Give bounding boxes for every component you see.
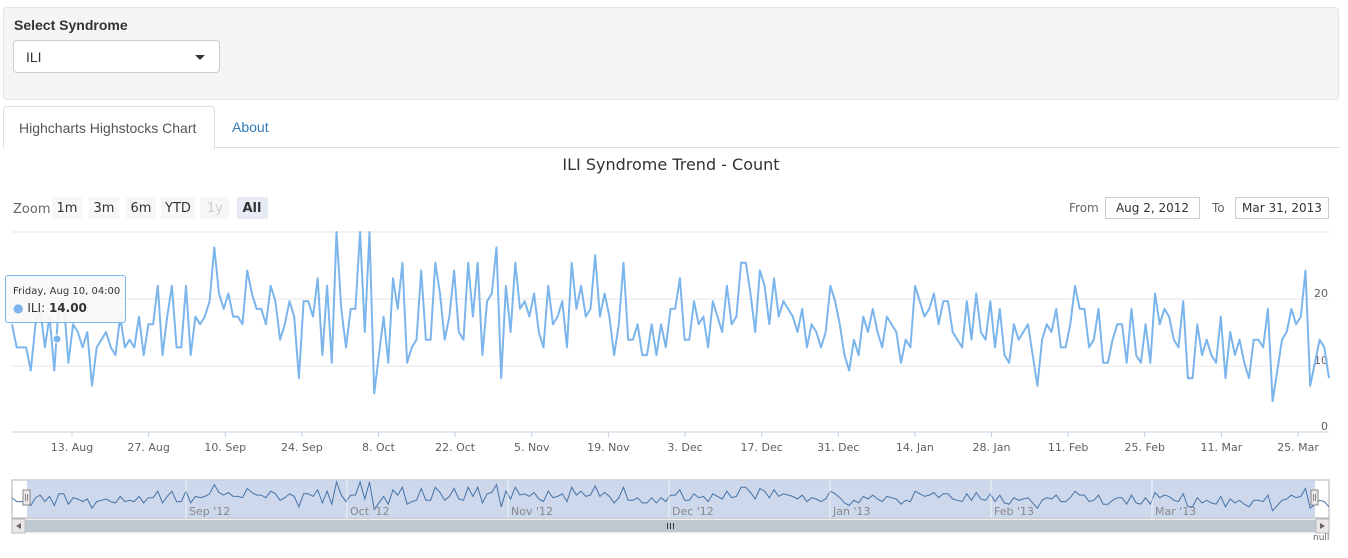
x-tick-label: 25. Feb [1125,441,1165,454]
range-button-1m-label: 1m [57,201,78,216]
x-tick-label: 24. Sep [281,441,323,454]
syndrome-panel: Select Syndrome ILI [3,7,1339,100]
navigator-label: Feb '13 [994,505,1034,518]
tab-bar: Highcharts Highstocks Chart About [3,106,1339,149]
y-tick-label: 20 [1314,287,1328,300]
navigator[interactable]: Sep '12 Oct '12 Nov '12 Dec '12 Jan '13 Feb '… [11,479,1330,519]
zoom-label: Zoom [13,202,50,217]
x-tick-label: 13. Aug [51,441,93,454]
x-tick-label: 5. Nov [514,441,550,454]
navigator-label: Sep '12 [189,505,230,518]
navigator-label: Oct '12 [350,505,390,518]
x-tick-label: 11. Feb [1048,441,1088,454]
range-button-ytd[interactable]: YTD [161,197,195,219]
tab-highcharts-highstocks-chart[interactable]: Highcharts Highstocks Chart [3,106,215,149]
syndrome-select-value: ILI [26,49,42,65]
range-button-3m-label: 3m [94,201,115,216]
x-tick-label: 19. Nov [587,441,630,454]
y-tick-label: 0 [1321,420,1328,433]
range-button-all[interactable]: All [237,197,268,219]
x-tick-label: 8. Oct [362,441,396,454]
to-label: To [1212,201,1225,215]
navigator-label: Dec '12 [672,505,714,518]
x-tick-label: 27. Aug [127,441,169,454]
range-button-1y-label: 1y [207,201,223,216]
range-button-all-label: All [243,201,262,216]
tooltip-body: ● ILI: 14.00 [13,301,87,315]
range-button-1m[interactable]: 1m [52,197,82,219]
x-tick-label: 11. Mar [1201,441,1243,454]
navigator-handle-left[interactable] [22,489,31,506]
chart-tooltip: Friday, Aug 10, 04:00 ● ILI: 14.00 [5,275,126,323]
x-tick-label: 25. Mar [1277,441,1319,454]
plot-grid [12,231,1329,433]
select-syndrome-label: Select Syndrome [14,17,128,33]
null-label: null [1313,533,1330,543]
x-tick-label: 22. Oct [435,441,476,454]
navigator-handle-right[interactable] [1310,489,1319,506]
x-tick-label: 10. Sep [204,441,246,454]
from-date-input[interactable]: Aug 2, 2012 [1105,197,1200,219]
x-tick-label: 3. Dec [667,441,702,454]
x-tick-label: 28. Jan [973,441,1011,454]
syndrome-select[interactable]: ILI [13,40,220,73]
series-dot-icon: ● [13,301,24,315]
scroll-right-arrow-icon[interactable] [1315,518,1330,534]
range-button-6m-label: 6m [131,201,152,216]
range-button-ytd-label: YTD [164,201,191,216]
chart-title: ILI Syndrome Trend - Count [562,155,779,174]
scrollbar[interactable] [11,518,1330,534]
tooltip-value: 14.00 [48,301,87,315]
navigator-label: Jan '13 [832,505,870,518]
x-tick-label: 31. Dec [817,441,859,454]
range-button-3m[interactable]: 3m [89,197,119,219]
range-button-6m[interactable]: 6m [126,197,156,219]
x-tick-label: 14. Jan [896,441,934,454]
chevron-down-icon [195,55,205,60]
hover-marker [52,334,62,344]
scroll-left-arrow-icon[interactable] [11,518,26,534]
navigator-label: Nov '12 [511,505,553,518]
to-date-input[interactable]: Mar 31, 2013 [1235,197,1329,219]
x-axis: 13. Aug 27. Aug 10. Sep 24. Sep 8. Oct 22. Oc… [51,432,1319,454]
tooltip-series-name: ILI [27,301,42,315]
series-line-ili [11,231,1330,403]
navigator-label: Mar '13 [1155,505,1196,518]
tab-about[interactable]: About [217,106,284,148]
x-tick-label: 17. Dec [740,441,782,454]
from-label: From [1069,201,1099,215]
range-button-1y[interactable]: 1y [200,197,230,219]
tooltip-header: Friday, Aug 10, 04:00 [13,286,121,297]
